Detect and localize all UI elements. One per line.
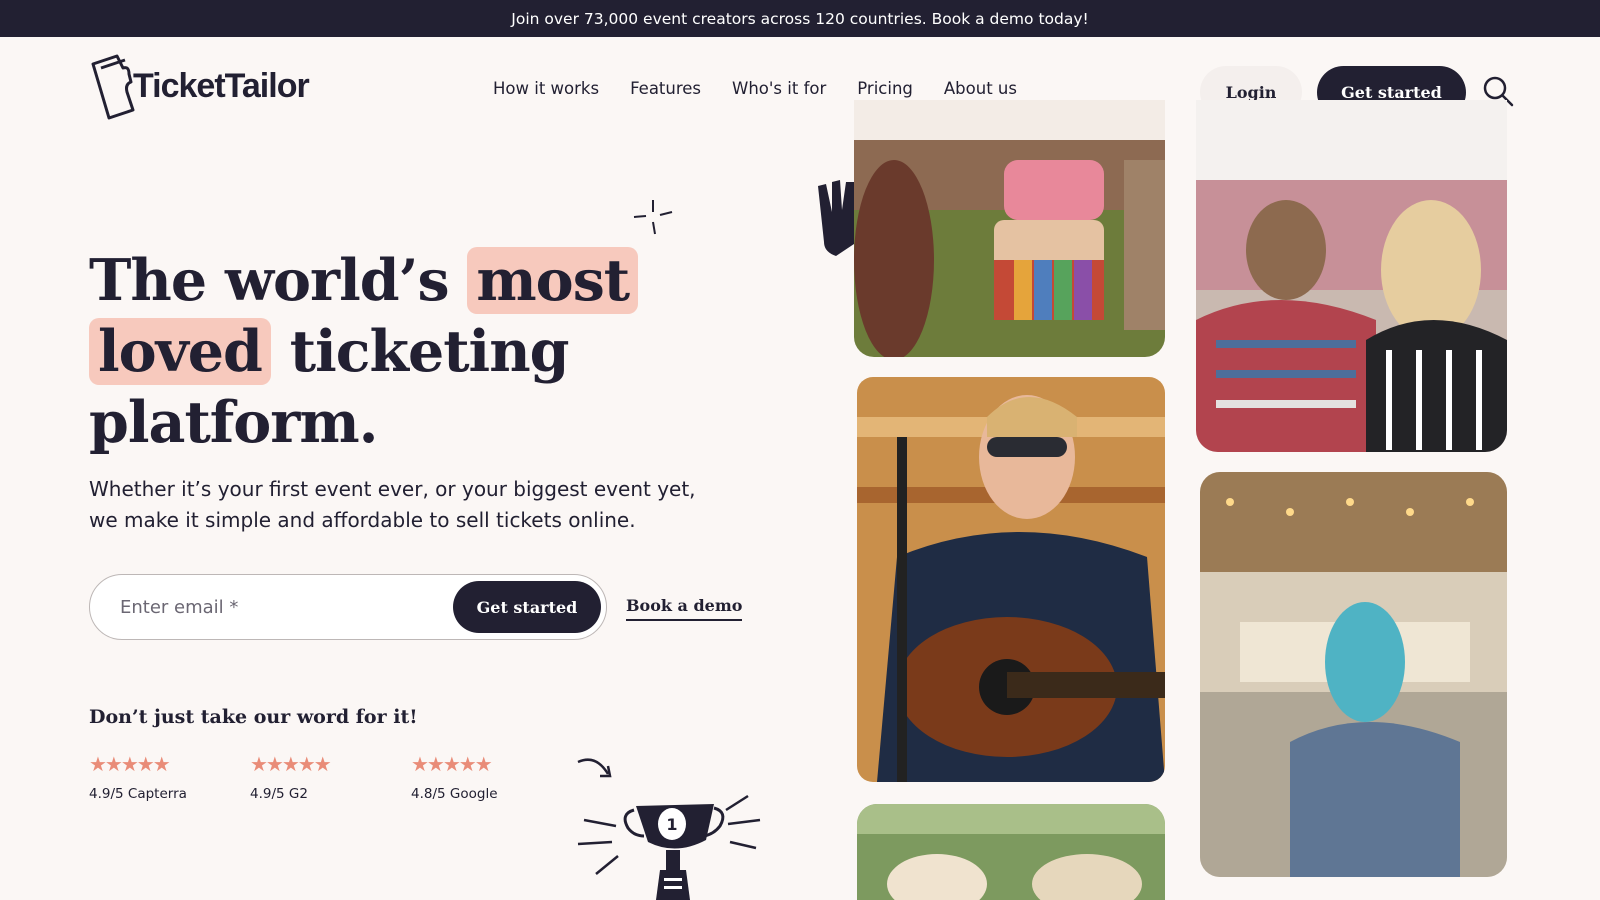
hero-title: The world’s most loved ticketing platform… <box>89 245 709 458</box>
nav-how-it-works[interactable]: How it works <box>493 79 599 98</box>
hero-title-part1: The world’s <box>89 247 468 314</box>
hero-title-highlight-most: most <box>467 247 639 314</box>
rating-label: 4.9/5 G2 <box>250 786 308 802</box>
email-signup-form: Get started <box>89 574 607 640</box>
star-rating-icon: ★★★★★ <box>411 752 493 776</box>
logo-text: TicketTailor <box>133 66 310 105</box>
rating-label: 4.8/5 Google <box>411 786 498 802</box>
signup-get-started-button[interactable]: Get started <box>453 581 601 633</box>
nav-pricing[interactable]: Pricing <box>857 79 913 98</box>
hero-title-highlight-loved: loved <box>89 318 271 385</box>
svg-text:1: 1 <box>666 815 677 834</box>
star-rating-icon: ★★★★★ <box>89 752 171 776</box>
social-proof-title: Don’t just take our word for it! <box>89 706 418 728</box>
nav-about-us[interactable]: About us <box>944 79 1017 98</box>
photo-outdoor-event <box>857 804 1165 900</box>
ticket-logo-icon <box>91 54 135 120</box>
photo-festival-crowd <box>1196 100 1507 452</box>
announcement-banner[interactable]: Join over 73,000 event creators across 1… <box>0 0 1600 37</box>
rating-capterra[interactable]: ★★★★★ 4.9/5 Capterra <box>89 752 187 802</box>
photo-conference-speaker <box>1200 472 1507 877</box>
sparkle-icon <box>633 200 673 235</box>
rating-label: 4.9/5 Capterra <box>89 786 187 802</box>
announcement-text: Join over 73,000 event creators across 1… <box>511 9 1089 28</box>
email-input[interactable] <box>120 589 420 625</box>
photo-festival-dancers <box>854 100 1165 357</box>
nav-features[interactable]: Features <box>630 79 701 98</box>
nav-whos-it-for[interactable]: Who's it for <box>732 79 826 98</box>
trophy-icon: 1 <box>577 758 761 900</box>
rating-google[interactable]: ★★★★★ 4.8/5 Google <box>411 752 498 802</box>
photo-musician-guitar <box>857 377 1165 782</box>
star-rating-icon: ★★★★★ <box>250 752 332 776</box>
main-nav: How it works Features Who's it for Prici… <box>493 79 1048 98</box>
logo[interactable]: TicketTailor <box>89 52 310 120</box>
rating-g2[interactable]: ★★★★★ 4.9/5 G2 <box>250 752 332 802</box>
book-demo-link[interactable]: Book a demo <box>626 596 743 621</box>
hero-subtitle: Whether it’s your first event ever, or y… <box>89 477 696 532</box>
